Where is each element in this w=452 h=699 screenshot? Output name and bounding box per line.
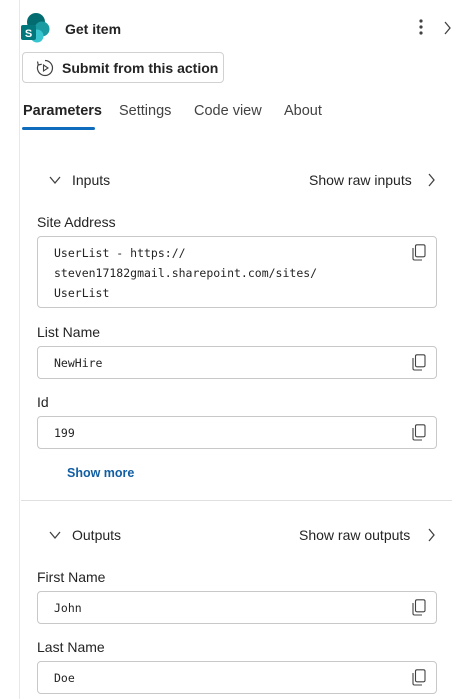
- id-label: Id: [37, 394, 49, 410]
- chevron-right-icon[interactable]: [426, 527, 436, 543]
- show-raw-outputs-link[interactable]: Show raw outputs: [299, 527, 410, 543]
- copy-icon[interactable]: [412, 354, 426, 371]
- svg-text:S: S: [25, 28, 32, 40]
- chevron-right-icon[interactable]: [426, 172, 436, 188]
- panel-left-border: [19, 0, 20, 699]
- submit-play-icon: [36, 59, 54, 76]
- list-name-field[interactable]: NewHire: [37, 346, 437, 379]
- site-address-label: Site Address: [37, 214, 116, 230]
- submit-button-label: Submit from this action: [62, 59, 219, 76]
- active-tab-indicator: [22, 127, 95, 130]
- chevron-right-icon[interactable]: [442, 20, 452, 36]
- chevron-down-icon[interactable]: [48, 528, 62, 542]
- inputs-label: Inputs: [72, 172, 111, 188]
- outputs-section-header[interactable]: Outputs Show raw outputs: [20, 521, 452, 551]
- id-value: 199: [54, 426, 75, 440]
- last-name-label: Last Name: [37, 639, 105, 655]
- last-name-value: Doe: [54, 671, 75, 685]
- first-name-value: John: [54, 601, 82, 615]
- tab-about[interactable]: About: [284, 103, 322, 119]
- show-raw-inputs-link[interactable]: Show raw inputs: [309, 172, 412, 188]
- more-vertical-icon[interactable]: [416, 18, 426, 36]
- inputs-section-header[interactable]: Inputs Show raw inputs: [20, 166, 452, 196]
- first-name-label: First Name: [37, 569, 106, 585]
- copy-icon[interactable]: [412, 244, 426, 261]
- list-name-value: NewHire: [54, 356, 103, 370]
- copy-icon[interactable]: [412, 669, 426, 686]
- tab-parameters[interactable]: Parameters: [23, 103, 102, 119]
- action-title: Get item: [65, 21, 122, 37]
- first-name-field[interactable]: John: [37, 591, 437, 624]
- tab-code-view[interactable]: Code view: [194, 103, 262, 119]
- list-name-label: List Name: [37, 324, 101, 340]
- id-field[interactable]: 199: [37, 416, 437, 449]
- panel-header: S Get item: [0, 0, 452, 52]
- copy-icon[interactable]: [412, 599, 426, 616]
- section-divider: [21, 500, 452, 501]
- copy-icon[interactable]: [412, 424, 426, 441]
- site-address-field[interactable]: UserList - https:// steven17182gmail.sha…: [37, 236, 437, 308]
- outputs-label: Outputs: [72, 527, 122, 543]
- sharepoint-icon: S: [21, 13, 50, 43]
- last-name-field[interactable]: Doe: [37, 661, 437, 694]
- tab-settings[interactable]: Settings: [119, 103, 171, 119]
- show-more-link[interactable]: Show more: [67, 466, 134, 480]
- site-address-value: UserList - https:// steven17182gmail.sha…: [54, 246, 318, 300]
- chevron-down-icon[interactable]: [48, 173, 62, 187]
- submit-from-action-button[interactable]: Submit from this action: [22, 52, 224, 83]
